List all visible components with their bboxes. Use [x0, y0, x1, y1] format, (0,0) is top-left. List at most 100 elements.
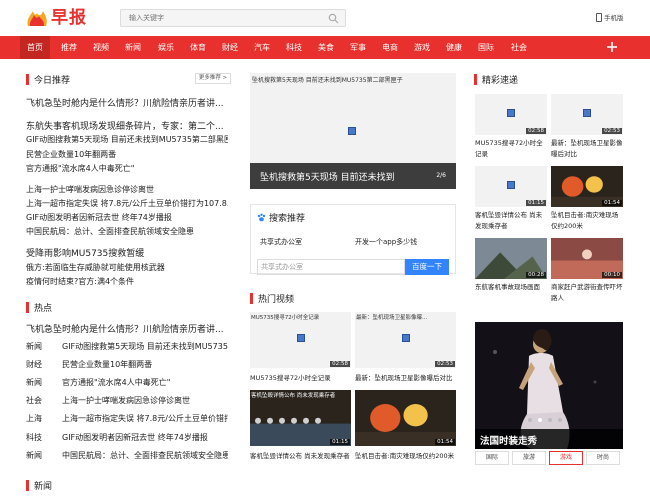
quick-section-header: 精彩速递: [474, 73, 518, 86]
carousel-dot[interactable]: [538, 418, 542, 422]
search-icon[interactable]: [328, 13, 339, 24]
video-caption[interactable]: 坠机目击者:南灾难现场仅约200米: [551, 210, 623, 232]
list-item[interactable]: 飞机急坠时舱内是什么情形？川航险情亲历者讲...: [26, 96, 228, 109]
slider-caption-bar[interactable]: 坠机搜救第5天现场 目前还未找到 2/6: [250, 163, 456, 189]
nav-item[interactable]: 体育: [183, 36, 213, 59]
video-duration: 02:58: [330, 361, 350, 367]
video-thumbnail[interactable]: 00:10: [551, 238, 623, 279]
hot-row[interactable]: 新闻 中国民航局：总计、全面排查民航领域安全隐患: [26, 450, 228, 461]
baidu-search-button[interactable]: 百度一下: [405, 259, 449, 275]
list-item[interactable]: 民营企业数量10年翻两番: [26, 149, 228, 160]
video-caption[interactable]: 最新：坠机现场卫星影像曝后对比: [355, 372, 456, 382]
channel-tab[interactable]: 游戏: [549, 451, 583, 465]
hot-row-category: 财经: [26, 360, 42, 369]
carousel-dot[interactable]: [548, 418, 552, 422]
list-item[interactable]: 官方通报"流水席4人中毒死亡": [26, 163, 228, 174]
video-thumbnail[interactable]: 00:28: [475, 238, 547, 279]
mobile-version-link[interactable]: 手机版: [596, 12, 624, 22]
hot-row-category: 新闻: [26, 451, 42, 460]
baidu-search-widget: 搜索推荐 共享式办公室 开发一个app多少钱 共享式办公室 百度一下: [250, 204, 456, 275]
nav-item[interactable]: 科技: [279, 36, 309, 59]
baidu-search-input[interactable]: 共享式办公室: [257, 259, 405, 275]
feature-caption: 法国时装走秀: [480, 436, 538, 447]
list-item[interactable]: 俄方:若面临生存威胁就可能使用核武器: [26, 262, 228, 273]
hot-row-title: 上海一护士哮喘发病因急诊停诊离世: [62, 396, 190, 405]
nav-item[interactable]: 国际: [471, 36, 501, 59]
nav-item[interactable]: 社会: [504, 36, 534, 59]
channel-tab[interactable]: 国际: [475, 451, 509, 465]
list-item[interactable]: GIF动图搜救第5天现场 目前还未找到MU5735第二部黑匣子: [26, 134, 228, 145]
baidu-suggest-link[interactable]: 开发一个app多少钱: [355, 237, 417, 247]
nav-item[interactable]: 美食: [311, 36, 341, 59]
list-item[interactable]: 疫情何时结束?官方:满4个条件: [26, 276, 228, 287]
channel-tab[interactable]: 旅游: [512, 451, 546, 465]
list-item[interactable]: GIF动图发明者因新冠去世 终年74岁播报: [26, 212, 228, 223]
hot-title: 热点: [34, 304, 53, 314]
nav-item[interactable]: 健康: [439, 36, 469, 59]
hot-row[interactable]: 新闻 GIF动图搜救第5天现场 目前还未找到MU5735第二部黑匣子: [26, 341, 228, 352]
plus-icon[interactable]: [604, 39, 620, 55]
nav-item[interactable]: 娱乐: [151, 36, 181, 59]
video-caption[interactable]: MU5735搜寻72小时全记录: [475, 138, 547, 160]
image-placeholder-icon: [507, 108, 515, 117]
video-thumbnail[interactable]: 客机坠毁详情公布 尚未发现乘存者 01:15: [250, 390, 351, 446]
video-thumbnail[interactable]: 01:15: [475, 166, 547, 207]
list-item[interactable]: 东航失事客机现场发现细条碎片，专家：第二个...: [26, 119, 228, 132]
nav-item[interactable]: 推荐: [54, 36, 84, 59]
search-box: [120, 9, 346, 27]
video-thumbnail[interactable]: MU5735搜寻72小时全记录 02:58: [250, 312, 351, 368]
list-item[interactable]: 受降雨影响MU5735搜救暂缓: [26, 246, 228, 259]
hot-row-title: 官方通报"流水席4人中毒死亡": [62, 378, 171, 387]
hot-row[interactable]: 上海 上海一超市指定失误 将7.8元/公斤土豆单价错打为107...: [26, 413, 228, 424]
video-thumbnail[interactable]: 02:53: [551, 94, 623, 135]
nav-item[interactable]: 首页: [20, 36, 50, 59]
nav-item[interactable]: 新闻: [118, 36, 148, 59]
video-caption[interactable]: 客机坠毁详情公布 尚未发现乘存者: [250, 450, 351, 460]
video-duration: 01:15: [330, 439, 350, 445]
carousel-dot[interactable]: [528, 418, 532, 422]
hot-row[interactable]: 社会 上海一护士哮喘发病因急诊停诊离世: [26, 395, 228, 406]
hot-row[interactable]: 科技 GIF动图发明者因新冠去世 终年74岁播报: [26, 432, 228, 443]
more-recommend-button[interactable]: 更多推荐 >: [195, 73, 231, 84]
nav-item[interactable]: 汽车: [247, 36, 277, 59]
list-item[interactable]: 上海一超市指定失误 将7.8元/公斤土豆单价错打为107.8...: [26, 198, 228, 209]
logo[interactable]: 早报: [26, 9, 87, 27]
video-duration: 00:10: [602, 272, 622, 278]
hot-row[interactable]: 财经 民营企业数量10年翻两番: [26, 359, 228, 370]
hot-section-header: 热点: [26, 301, 52, 314]
hot-row[interactable]: 新闻 官方通报"流水席4人中毒死亡": [26, 377, 228, 388]
hot-row-category: 科技: [26, 433, 42, 442]
image-placeholder-icon: [583, 108, 591, 117]
carousel-dots: [528, 418, 568, 422]
hot-headline[interactable]: 飞机急坠时舱内是什么情形？川航险情亲历者讲...: [26, 322, 228, 335]
carousel-dot[interactable]: [558, 418, 562, 422]
video-thumbnail[interactable]: 最新：坠机现场卫星影像曝... 02:53: [355, 312, 456, 368]
mobile-label: 手机版: [604, 14, 624, 22]
video-thumbnail[interactable]: 02:58: [475, 94, 547, 135]
quick-title: 精彩速递: [482, 76, 519, 86]
channel-tab[interactable]: 时尚: [586, 451, 620, 465]
video-caption[interactable]: 客机坠毁详情公布 尚未发现乘存者: [475, 210, 547, 232]
video-duration: 01:54: [602, 200, 622, 206]
nav-item[interactable]: 军事: [343, 36, 373, 59]
list-item[interactable]: 上海一护士哮喘发病因急诊停诊离世: [26, 184, 228, 195]
search-input[interactable]: [121, 10, 321, 26]
video-caption[interactable]: 东航客机事故现场画面: [475, 282, 547, 304]
nav-item[interactable]: 电商: [375, 36, 405, 59]
video-caption[interactable]: 商家赶户武游街查传吓坏路人: [551, 282, 623, 304]
baidu-suggest-link[interactable]: 共享式办公室: [260, 237, 302, 247]
video-caption[interactable]: 最新：坠机现场卫星影像曝后对比: [551, 138, 623, 160]
baidu-title: 搜索推荐: [257, 211, 305, 224]
video-caption[interactable]: MU5735搜寻72小时全记录: [250, 372, 351, 382]
feature-caption-bar[interactable]: 法国时装走秀: [475, 429, 623, 449]
image-placeholder-icon: [507, 180, 515, 189]
baidu-title-text: 搜索推荐: [269, 214, 306, 224]
list-item[interactable]: 中国民航局：总计、全面排查民航领域安全隐患: [26, 226, 228, 237]
video-title: 热门视频: [258, 295, 295, 305]
nav-item[interactable]: 视频: [86, 36, 116, 59]
video-thumbnail[interactable]: 01:54: [355, 390, 456, 446]
video-thumbnail[interactable]: 01:54: [551, 166, 623, 207]
nav-item[interactable]: 游戏: [407, 36, 437, 59]
video-caption[interactable]: 坠机目击者:南灾难现场仅约200米: [355, 450, 456, 460]
nav-item[interactable]: 财经: [215, 36, 245, 59]
